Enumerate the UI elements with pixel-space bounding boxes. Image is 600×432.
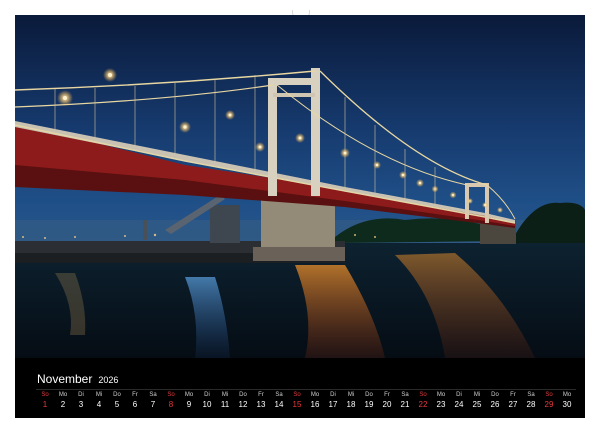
weekday-label: Sa <box>149 392 157 398</box>
day-cell: Mi 4 <box>90 391 108 410</box>
weekday-label: Mo <box>184 392 194 398</box>
day-number: 5 <box>114 400 120 409</box>
day-cell: So 1 <box>36 391 54 410</box>
weekday-label: Mi <box>347 392 355 398</box>
weekday-label: Do <box>491 392 499 398</box>
weekday-label: So <box>293 392 301 398</box>
day-number: 4 <box>96 400 102 409</box>
weekday-label: Fr <box>258 392 264 398</box>
day-cell: Do 5 <box>108 391 126 410</box>
day-number: 16 <box>310 400 320 409</box>
day-number: 13 <box>256 400 266 409</box>
day-cell: Sa 14 <box>270 391 288 410</box>
day-cell: Mo 16 <box>306 391 324 410</box>
day-number: 6 <box>132 400 138 409</box>
weekday-label: Di <box>78 392 84 398</box>
day-cell: So 29 <box>540 391 558 410</box>
weekday-label: Mo <box>310 392 320 398</box>
day-number: 30 <box>562 400 572 409</box>
day-number: 3 <box>78 400 84 409</box>
weekday-label: Sa <box>275 392 283 398</box>
weekday-label: Mi <box>95 392 103 398</box>
calendar-grid-area: November 2026 So 1 Mo 2 Di 3 Mi 4 Do 5 Fr 6 Sa 7 So 8 Mo… <box>15 358 585 418</box>
weekday-label: Sa <box>401 392 409 398</box>
day-number: 27 <box>508 400 518 409</box>
day-number: 2 <box>60 400 66 409</box>
day-cell: Sa 21 <box>396 391 414 410</box>
weekday-label: Sa <box>527 392 535 398</box>
day-cell: Mi 18 <box>342 391 360 410</box>
day-number: 22 <box>418 400 428 409</box>
day-cell: Fr 27 <box>504 391 522 410</box>
day-number: 15 <box>292 400 302 409</box>
day-number: 9 <box>186 400 192 409</box>
month-name: November <box>37 372 93 386</box>
weekday-label: Do <box>365 392 373 398</box>
day-cell: Sa 7 <box>144 391 162 410</box>
day-cell: Mo 9 <box>180 391 198 410</box>
weekday-label: Mo <box>436 392 446 398</box>
day-number: 10 <box>202 400 212 409</box>
day-grid: So 1 Mo 2 Di 3 Mi 4 Do 5 Fr 6 Sa 7 So 8 Mo 9 Di 10 Mi 11 Do 12 F… <box>36 391 576 410</box>
day-cell: Mo 30 <box>558 391 576 410</box>
day-number: 17 <box>328 400 338 409</box>
month-heading: November 2026 <box>37 372 118 386</box>
weekday-label: So <box>41 392 49 398</box>
weekday-label: So <box>545 392 553 398</box>
calendar-sheet: November 2026 So 1 Mo 2 Di 3 Mi 4 Do 5 Fr 6 Sa 7 So 8 Mo… <box>15 15 585 418</box>
day-cell: Di 24 <box>450 391 468 410</box>
day-number: 18 <box>346 400 356 409</box>
day-number: 12 <box>238 400 248 409</box>
calendar-divider <box>36 389 576 390</box>
day-cell: So 15 <box>288 391 306 410</box>
weekday-label: Fr <box>384 392 390 398</box>
day-cell: Mi 25 <box>468 391 486 410</box>
day-cell: Sa 28 <box>522 391 540 410</box>
day-cell: So 22 <box>414 391 432 410</box>
weekday-label: Do <box>239 392 247 398</box>
day-number: 25 <box>472 400 482 409</box>
day-cell: Fr 20 <box>378 391 396 410</box>
day-cell: Mi 11 <box>216 391 234 410</box>
day-number: 29 <box>544 400 554 409</box>
day-cell: Fr 13 <box>252 391 270 410</box>
day-cell: Mo 23 <box>432 391 450 410</box>
weekday-label: Di <box>204 392 210 398</box>
day-cell: Di 10 <box>198 391 216 410</box>
day-cell: Do 19 <box>360 391 378 410</box>
weekday-label: So <box>167 392 175 398</box>
day-cell: Di 17 <box>324 391 342 410</box>
day-number: 28 <box>526 400 536 409</box>
weekday-label: So <box>419 392 427 398</box>
weekday-label: Mo <box>562 392 572 398</box>
day-number: 26 <box>490 400 500 409</box>
weekday-label: Di <box>456 392 462 398</box>
weekday-label: Fr <box>510 392 516 398</box>
month-year: 2026 <box>98 375 119 385</box>
weekday-label: Mi <box>221 392 229 398</box>
weekday-label: Do <box>113 392 121 398</box>
day-cell: So 8 <box>162 391 180 410</box>
day-number: 1 <box>42 400 48 409</box>
weekday-label: Fr <box>132 392 138 398</box>
day-number: 21 <box>400 400 410 409</box>
weekday-label: Di <box>330 392 336 398</box>
day-number: 7 <box>150 400 156 409</box>
weekday-label: Mo <box>58 392 68 398</box>
day-cell: Do 26 <box>486 391 504 410</box>
bridge-night-photo <box>15 15 585 358</box>
day-number: 20 <box>382 400 392 409</box>
day-number: 19 <box>364 400 374 409</box>
day-cell: Do 12 <box>234 391 252 410</box>
day-cell: Fr 6 <box>126 391 144 410</box>
day-number: 11 <box>220 400 230 409</box>
day-number: 23 <box>436 400 446 409</box>
day-cell: Mo 2 <box>54 391 72 410</box>
day-cell: Di 3 <box>72 391 90 410</box>
day-number: 14 <box>274 400 284 409</box>
weekday-label: Mi <box>473 392 481 398</box>
day-number: 8 <box>168 400 174 409</box>
day-number: 24 <box>454 400 464 409</box>
